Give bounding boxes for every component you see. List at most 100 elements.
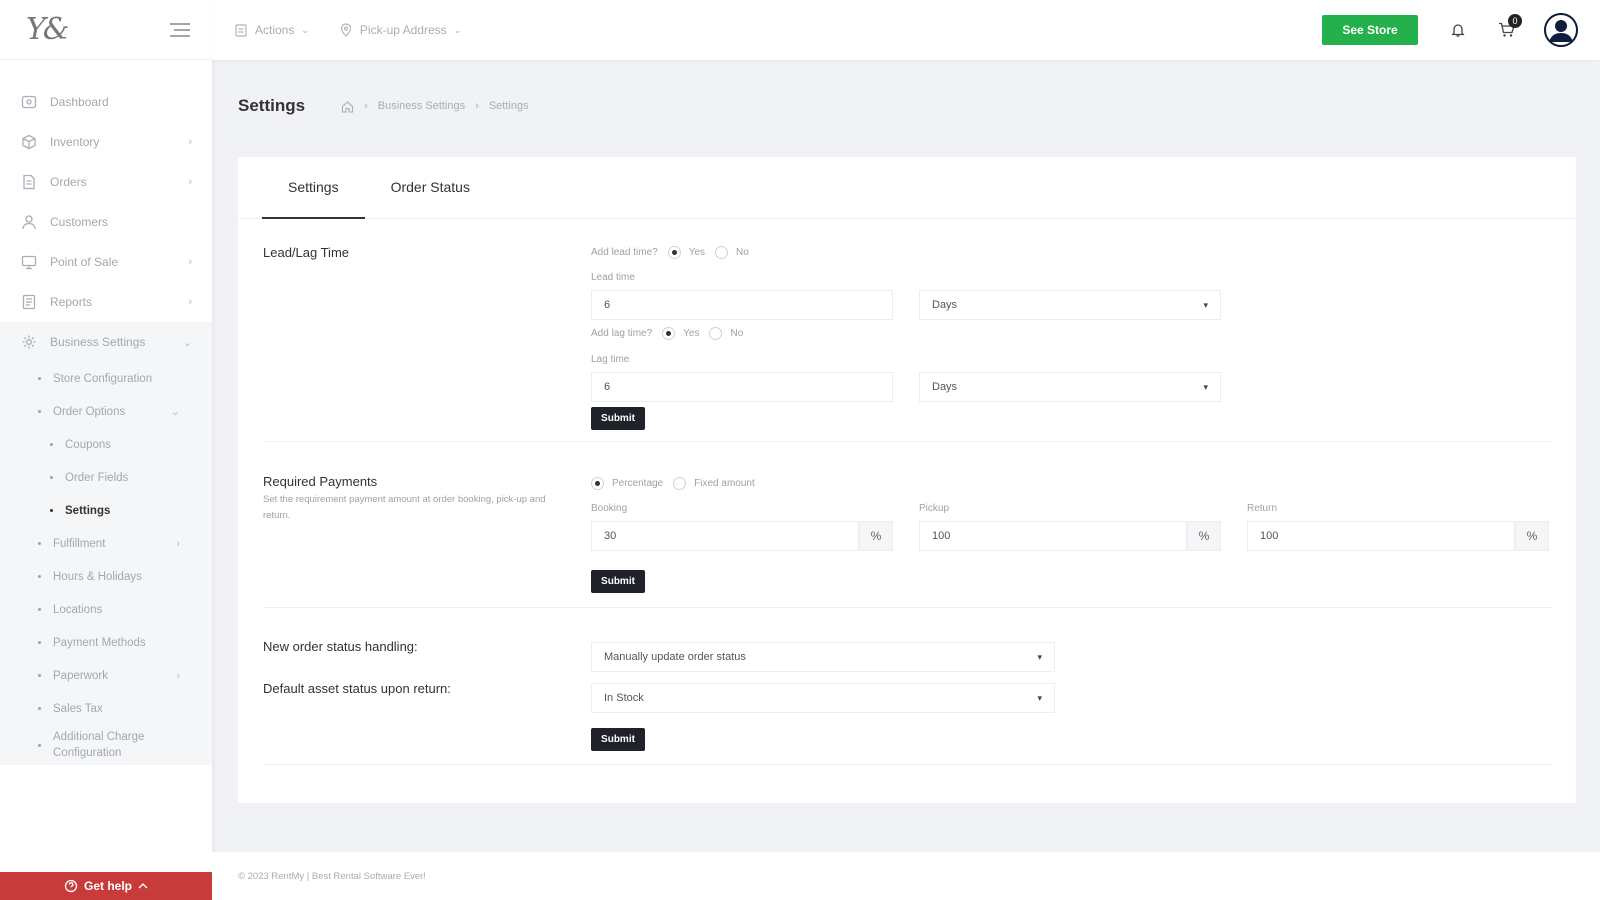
business-settings-submenu: Store Configuration Order Options ⌄ Coup… (0, 362, 212, 765)
lag-yes-radio[interactable] (662, 327, 676, 340)
default-asset-status-select[interactable]: In Stock ▾ (591, 683, 1055, 713)
sidebar-subitem-label: Order Options (53, 405, 126, 418)
payments-description: Set the requirement payment amount at or… (263, 494, 546, 521)
bullet-icon (38, 542, 41, 545)
sidebar-item-label: Customers (50, 215, 109, 229)
sidebar-item-label: Business Settings (50, 335, 146, 349)
breadcrumb-separator: › (475, 100, 479, 112)
sidebar-subitem-coupons[interactable]: Coupons (0, 428, 212, 461)
payment-type-row: Percentage Fixed amount (581, 477, 755, 490)
bullet-icon (50, 443, 53, 446)
sidebar-item-label: Orders (50, 175, 87, 189)
chevron-up-icon (138, 883, 148, 889)
payments-submit-button[interactable]: Submit (591, 570, 645, 593)
tab-settings[interactable]: Settings (262, 157, 365, 219)
section-divider (263, 607, 1553, 608)
copyright-text: © 2023 RentMy | Best Rental Software Eve… (238, 870, 426, 882)
sidebar-item-inventory[interactable]: Inventory › (0, 122, 212, 162)
percentage-label: Percentage (612, 478, 664, 489)
pickup-address-dropdown[interactable]: Pick-up Address ⌄ (339, 23, 461, 37)
hamburger-icon[interactable] (170, 22, 190, 37)
sidebar-item-point-of-sale[interactable]: Point of Sale › (0, 242, 212, 282)
sidebar-item-label: Reports (50, 295, 93, 309)
sidebar: Y& Dashboard Inventory › Orders › Custom… (0, 0, 212, 900)
lag-yes-label: Yes (683, 328, 700, 339)
fixed-amount-label: Fixed amount (694, 478, 755, 489)
help-icon (64, 879, 78, 893)
status-submit-button[interactable]: Submit (591, 728, 645, 751)
avatar[interactable] (1544, 13, 1578, 47)
sidebar-subitem-label: Store Configuration (53, 372, 153, 385)
see-store-button[interactable]: See Store (1322, 15, 1418, 45)
lag-time-input[interactable]: 6 (591, 372, 893, 402)
lag-time-label: Lag time (591, 354, 630, 365)
get-help-label: Get help (83, 879, 132, 893)
box-icon (20, 133, 38, 151)
sidebar-item-label: Dashboard (50, 95, 109, 109)
actions-dropdown[interactable]: Actions ⌄ (234, 23, 309, 37)
sidebar-subitem-order-fields[interactable]: Order Fields (0, 461, 212, 494)
sidebar-subitem-store-configuration[interactable]: Store Configuration (0, 362, 212, 395)
tab-order-status[interactable]: Order Status (365, 157, 496, 219)
breadcrumb: › Business Settings › Settings (341, 100, 529, 113)
sidebar-subitem-order-options[interactable]: Order Options ⌄ (0, 395, 212, 428)
leadlag-submit-button[interactable]: Submit (591, 407, 645, 430)
bell-icon[interactable] (1450, 22, 1466, 38)
page-header: Settings › Business Settings › Settings (238, 96, 529, 116)
actions-label: Actions (255, 23, 295, 37)
sidebar-subitem-settings[interactable]: Settings (0, 494, 212, 527)
fixed-amount-radio[interactable] (673, 477, 687, 490)
cart-button[interactable]: 0 (1498, 14, 1522, 38)
home-icon[interactable] (341, 100, 354, 113)
footer: © 2023 RentMy | Best Rental Software Eve… (212, 852, 1600, 900)
lead-no-radio[interactable] (715, 246, 729, 259)
chevron-down-icon: ▾ (1203, 381, 1208, 392)
brand-logo[interactable]: Y& (26, 12, 69, 47)
clipboard-icon (234, 23, 248, 37)
return-input[interactable]: 100 (1247, 521, 1515, 551)
sidebar-subitem-locations[interactable]: Locations (0, 593, 212, 626)
lag-no-radio[interactable] (709, 327, 723, 340)
add-lag-time-row: Add lag time? Yes No (591, 327, 743, 340)
sidebar-subitem-additional-charge[interactable]: Additional Charge Configuration (0, 725, 212, 765)
sidebar-subitem-fulfillment[interactable]: Fulfillment › (0, 527, 212, 560)
lead-yes-label: Yes (688, 247, 706, 258)
get-help-button[interactable]: Get help (0, 872, 212, 900)
sidebar-subitem-sales-tax[interactable]: Sales Tax (0, 692, 212, 725)
sidebar-item-label: Point of Sale (50, 255, 119, 269)
sidebar-subitem-hours-holidays[interactable]: Hours & Holidays (0, 560, 212, 593)
document-icon (20, 173, 38, 191)
pickup-input[interactable]: 100 (919, 521, 1187, 551)
sidebar-item-customers[interactable]: Customers (0, 202, 212, 242)
new-order-status-select[interactable]: Manually update order status ▾ (591, 642, 1055, 672)
breadcrumb-business-settings[interactable]: Business Settings (378, 100, 465, 112)
breadcrumb-separator: › (364, 100, 368, 112)
settings-card: Settings Order Status Lead/Lag Time Add … (238, 157, 1576, 803)
sidebar-item-reports[interactable]: Reports › (0, 282, 212, 322)
sidebar-subitem-paperwork[interactable]: Paperwork › (0, 659, 212, 692)
return-percent-addon: % (1515, 521, 1549, 551)
sidebar-subitem-label: Fulfillment (53, 537, 106, 550)
lead-time-input[interactable]: 6 (591, 290, 893, 320)
sidebar-item-dashboard[interactable]: Dashboard (0, 82, 212, 122)
lag-time-unit-select[interactable]: Days ▾ (919, 372, 1221, 402)
lead-time-unit-select[interactable]: Days ▾ (919, 290, 1221, 320)
pickup-address-label: Pick-up Address (359, 23, 447, 37)
booking-input[interactable]: 30 (591, 521, 859, 551)
sidebar-subitem-label: Paperwork (53, 669, 108, 682)
sidebar-item-business-settings[interactable]: Business Settings ⌄ (0, 322, 212, 362)
chevron-down-icon: ▾ (1203, 299, 1208, 310)
percentage-radio[interactable] (591, 477, 604, 490)
section-divider (263, 764, 1553, 765)
bullet-icon (38, 575, 41, 578)
chevron-down-icon: ▾ (1037, 692, 1042, 703)
topbar: Actions ⌄ Pick-up Address ⌄ See Store 0 (212, 0, 1600, 60)
tab-bar: Settings Order Status (238, 157, 1576, 219)
lead-yes-radio[interactable] (667, 246, 681, 259)
pickup-label: Pickup (919, 503, 950, 514)
section-divider (263, 441, 1553, 442)
user-icon (20, 213, 38, 231)
sidebar-subitem-payment-methods[interactable]: Payment Methods (0, 626, 212, 659)
sidebar-item-orders[interactable]: Orders › (0, 162, 212, 202)
chevron-right-icon: › (176, 669, 180, 682)
